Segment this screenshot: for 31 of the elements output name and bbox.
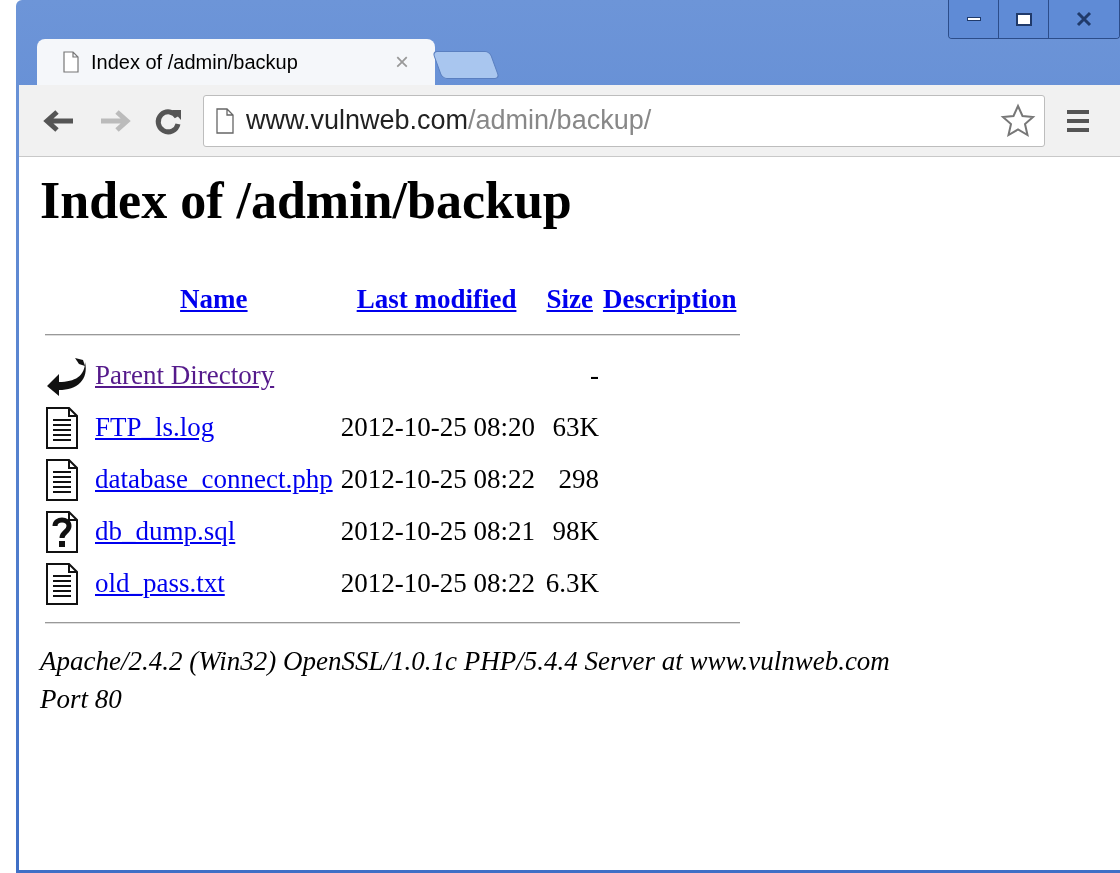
modified-date: 2012-10-25 08:22 [340, 464, 535, 495]
file-link[interactable]: FTP_ls.log [95, 412, 215, 443]
maximize-button[interactable] [999, 0, 1049, 38]
tab-title: Index of /admin/backup [91, 50, 299, 75]
file-size: 6.3K [545, 568, 599, 599]
minimize-icon [966, 17, 981, 21]
column-header-link[interactable]: Description [602, 284, 737, 314]
file-link[interactable]: db_dump.sql [95, 516, 236, 547]
server-signature: Apache/2.4.2 (Win32) OpenSSL/1.0.1c PHP/5.4.4 Server at www.vulnweb.com Port 80 [40, 644, 891, 716]
file-link[interactable]: Parent Directory [95, 360, 275, 391]
file-size: - [589, 360, 599, 391]
page-heading: Index of /admin/backup [40, 175, 573, 227]
file-link[interactable]: old_pass.txt [95, 568, 225, 599]
page-icon [216, 107, 234, 134]
column-header-link[interactable]: Last modified [356, 284, 517, 314]
maximize-icon [1015, 12, 1032, 26]
file-size: 98K [552, 516, 599, 547]
file-link[interactable]: database_connect.php [95, 464, 333, 495]
column-header-link[interactable]: Name [180, 284, 248, 314]
file-size: 63K [552, 412, 599, 443]
address-bar[interactable]: www.vulnweb.com/admin/backup/ [203, 94, 1045, 147]
menu-icon[interactable] [1065, 107, 1089, 134]
column-header-link[interactable]: Size [546, 284, 593, 314]
file-size: 298 [558, 464, 599, 495]
star-icon[interactable] [1000, 102, 1036, 139]
close-icon [1075, 11, 1093, 27]
modified-date: 2012-10-25 08:22 [340, 568, 535, 599]
modified-date: 2012-10-25 08:20 [340, 412, 535, 443]
page-icon [63, 51, 79, 73]
browser-tab[interactable]: Index of /admin/backup × [37, 39, 435, 85]
modified-date: 2012-10-25 08:21 [340, 516, 535, 547]
